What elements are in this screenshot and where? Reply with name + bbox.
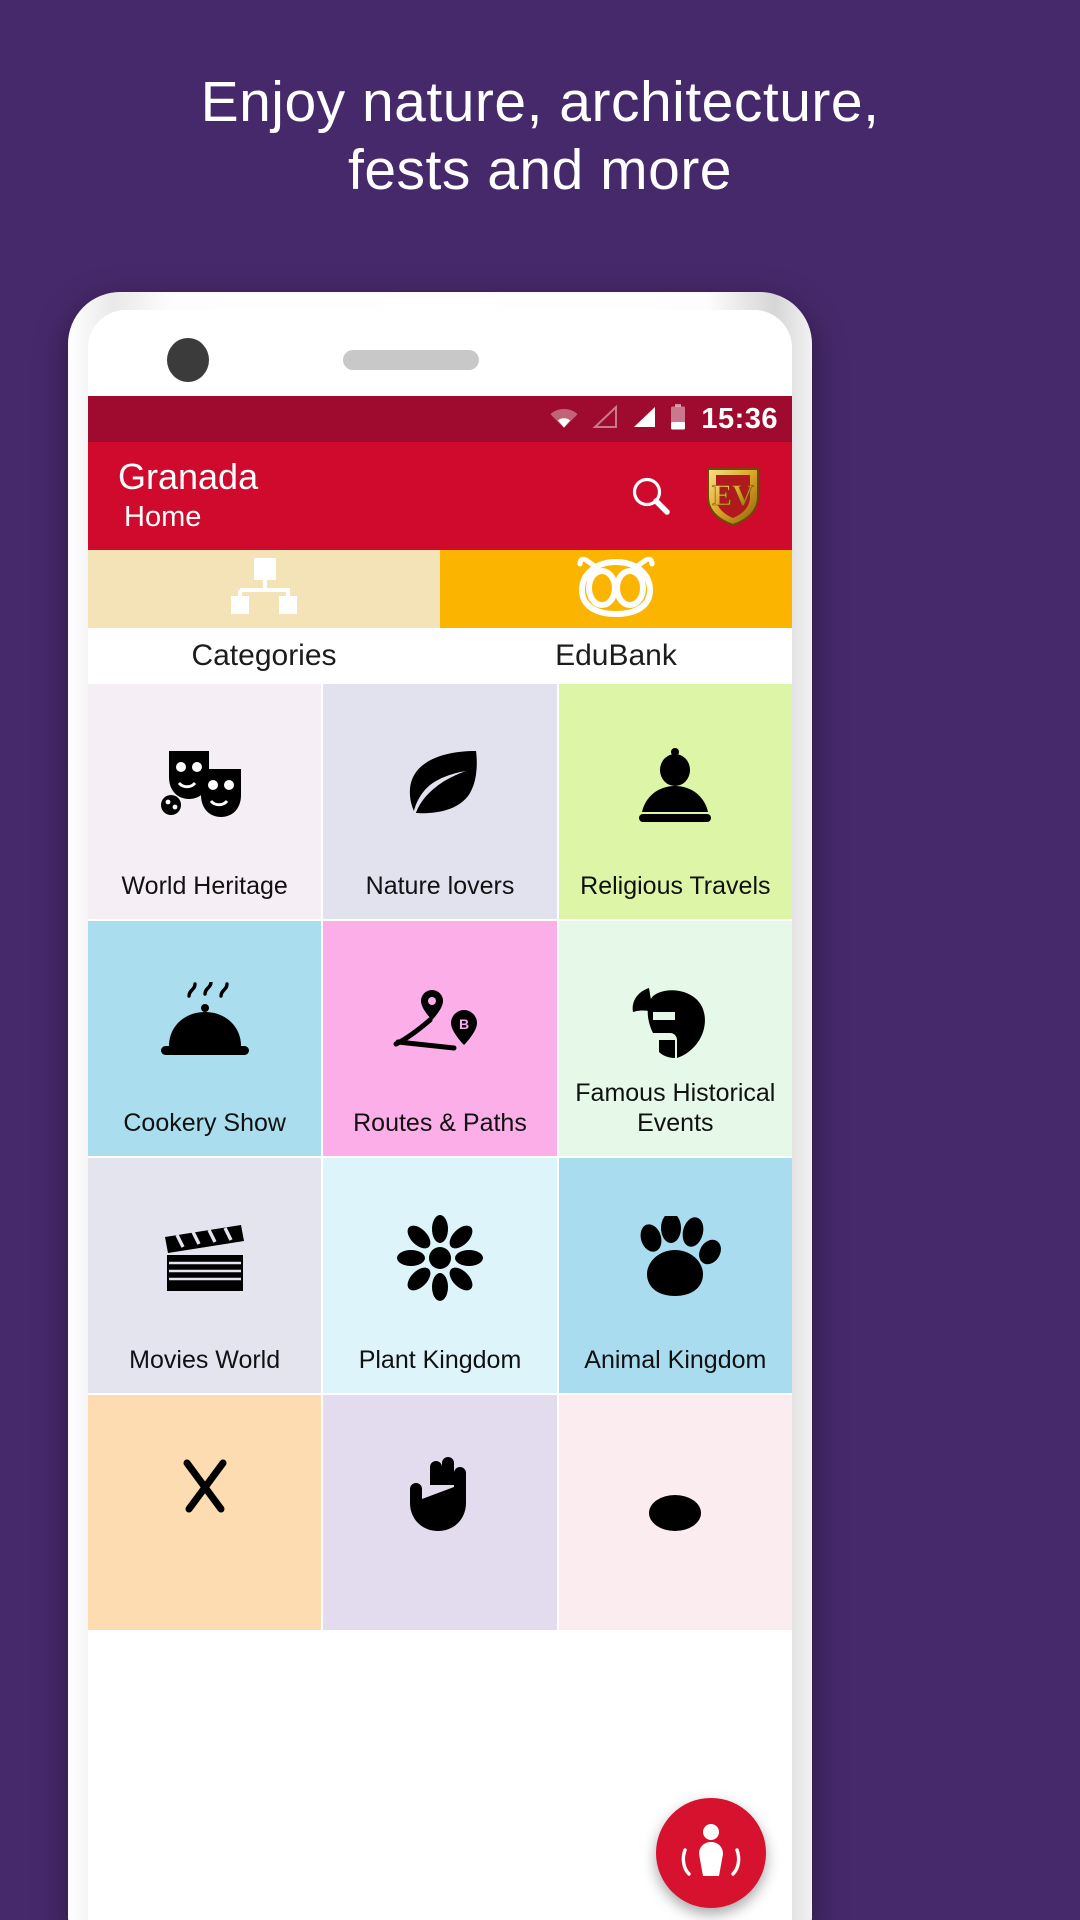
category-cell-movies-world[interactable]: Movies World bbox=[88, 1158, 322, 1393]
tab-edubank[interactable] bbox=[440, 550, 792, 628]
svg-text:EV: EV bbox=[712, 479, 754, 512]
leaf-icon bbox=[396, 738, 484, 830]
tab-label-edubank[interactable]: EduBank bbox=[440, 628, 792, 684]
svg-text:B: B bbox=[459, 1016, 469, 1032]
tab-label-categories[interactable]: Categories bbox=[88, 628, 440, 684]
headline-line-2: fests and more bbox=[347, 138, 732, 202]
tab-label-bar: Categories EduBank bbox=[88, 628, 792, 684]
signal-outline-icon bbox=[592, 404, 618, 434]
camera-icon bbox=[167, 338, 209, 382]
category-grid: World Heritage Nature lovers Religious T… bbox=[88, 684, 792, 1630]
category-cell-partial-1[interactable] bbox=[88, 1395, 322, 1630]
paw-icon bbox=[629, 1212, 722, 1304]
category-label: Religious Travels bbox=[580, 872, 771, 900]
hierarchy-icon bbox=[225, 556, 303, 623]
app-bar-titles: Granada Home bbox=[118, 456, 628, 536]
app-screen: 15:36 Granada Home EV Categories EduBank… bbox=[88, 396, 792, 1920]
category-cell-plant-kingdom[interactable]: Plant Kingdom bbox=[323, 1158, 557, 1393]
category-label: Cookery Show bbox=[123, 1109, 286, 1137]
app-bar: Granada Home EV bbox=[88, 442, 792, 550]
category-cell-world-heritage[interactable]: World Heritage bbox=[88, 684, 322, 919]
tab-categories[interactable] bbox=[88, 550, 440, 628]
clapperboard-icon bbox=[159, 1212, 251, 1304]
category-label: Plant Kingdom bbox=[358, 1346, 522, 1374]
category-label: Routes & Paths bbox=[353, 1109, 527, 1137]
phone-top-bezel bbox=[88, 310, 792, 396]
category-label: Famous Historical Events bbox=[575, 1079, 776, 1137]
wifi-icon bbox=[549, 405, 579, 434]
category-cell-partial-2[interactable] bbox=[323, 1395, 557, 1630]
phone-mockup: 15:36 Granada Home EV Categories EduBank… bbox=[68, 292, 812, 1920]
category-cell-nature-lovers[interactable]: Nature lovers bbox=[323, 684, 557, 919]
category-cell-famous-historical-events[interactable]: Famous Historical Events bbox=[558, 921, 792, 1156]
category-label: Nature lovers bbox=[365, 872, 515, 900]
category-cell-religious-travels[interactable]: Religious Travels bbox=[558, 684, 792, 919]
flower-icon bbox=[396, 1212, 484, 1304]
category-label: World Heritage bbox=[121, 872, 288, 900]
category-label: Animal Kingdom bbox=[584, 1346, 767, 1374]
page-title: Granada bbox=[118, 456, 259, 497]
cloche-icon bbox=[159, 975, 251, 1067]
speaker-grille bbox=[343, 350, 479, 370]
page-subtitle: Home bbox=[124, 501, 202, 533]
guide-fab-button[interactable] bbox=[656, 1798, 766, 1908]
promo-headline: Enjoy nature, architecture, fests and mo… bbox=[0, 68, 1080, 204]
partial-icon bbox=[635, 1449, 715, 1541]
buddha-icon bbox=[635, 738, 715, 830]
person-guide-icon bbox=[675, 1816, 747, 1891]
status-bar-time: 15:36 bbox=[701, 402, 778, 435]
category-cell-routes-paths[interactable]: B Routes & Paths bbox=[323, 921, 557, 1156]
scissors-icon bbox=[165, 1449, 245, 1541]
route-icon: B bbox=[390, 975, 490, 1067]
battery-icon bbox=[670, 403, 686, 435]
category-cell-partial-3[interactable] bbox=[558, 1395, 792, 1630]
signal-filled-icon bbox=[631, 405, 657, 434]
search-icon[interactable] bbox=[628, 473, 674, 519]
helmet-icon bbox=[629, 975, 721, 1067]
phone-screen-frame: 15:36 Granada Home EV Categories EduBank… bbox=[88, 310, 792, 1920]
ev-shield-logo[interactable]: EV bbox=[704, 465, 762, 527]
owl-icon bbox=[574, 556, 658, 623]
theater-masks-icon bbox=[159, 738, 251, 830]
headline-line-1: Enjoy nature, architecture, bbox=[200, 70, 880, 134]
tab-bar bbox=[88, 550, 792, 628]
category-cell-cookery-show[interactable]: Cookery Show bbox=[88, 921, 322, 1156]
hand-icon bbox=[400, 1449, 480, 1541]
category-cell-animal-kingdom[interactable]: Animal Kingdom bbox=[558, 1158, 792, 1393]
category-label: Movies World bbox=[129, 1346, 281, 1374]
status-bar: 15:36 bbox=[88, 396, 792, 442]
app-bar-actions: EV bbox=[628, 465, 774, 527]
promo-page: Enjoy nature, architecture, fests and mo… bbox=[0, 0, 1080, 1920]
